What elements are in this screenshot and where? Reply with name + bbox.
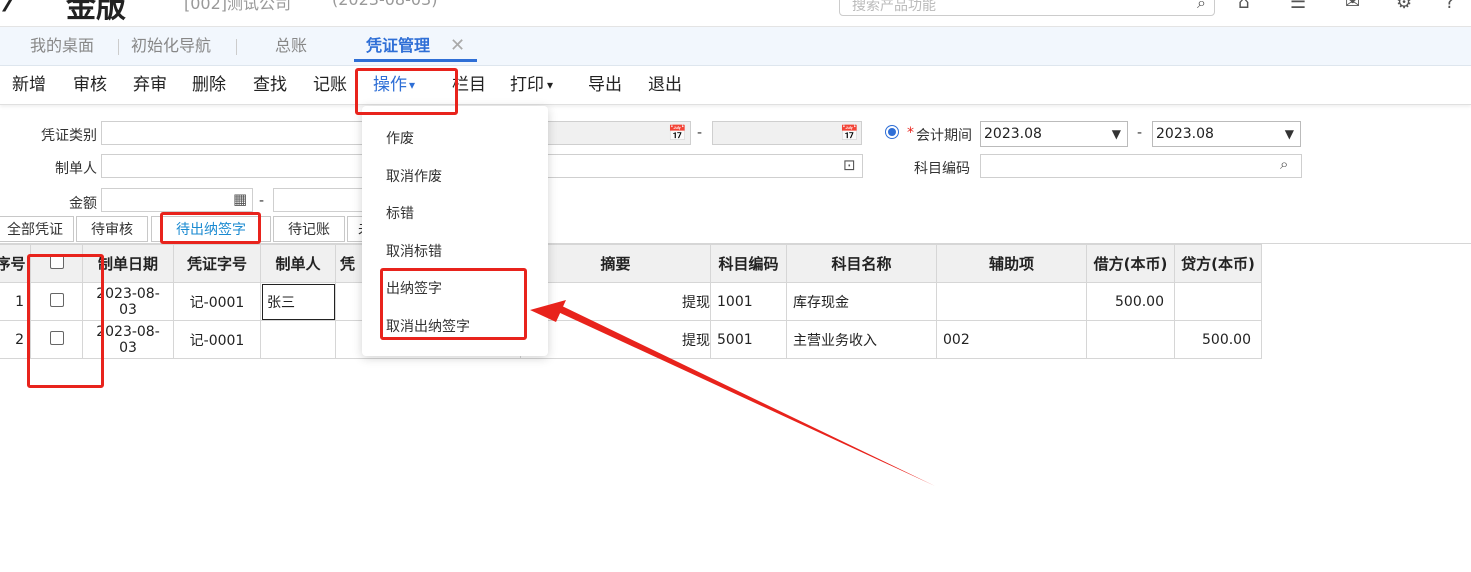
annotation-arrow-icon	[530, 300, 935, 486]
